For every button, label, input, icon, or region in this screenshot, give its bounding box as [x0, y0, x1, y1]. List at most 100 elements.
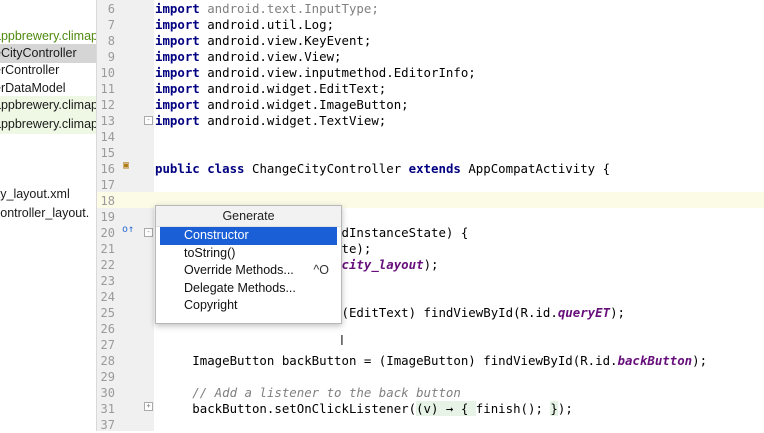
generate-menu-item[interactable]: toString() — [160, 245, 337, 263]
code-line[interactable]: import android.util.Log; — [155, 17, 334, 33]
override-icon[interactable]: o↑ — [122, 224, 134, 236]
line-number: 7 — [107, 18, 115, 32]
line-number: 20 — [100, 226, 115, 240]
code-token: import — [155, 33, 208, 48]
line-number: 23 — [100, 274, 115, 288]
code-token: import — [155, 113, 208, 128]
generate-menu-item[interactable]: Copyright — [160, 297, 337, 315]
tree-item-label: ity_layout.xml — [0, 187, 70, 201]
code-token: ); — [610, 305, 625, 320]
code-line[interactable]: import android.text.InputType; — [155, 1, 379, 17]
tree-item[interactable]: appbrewery.climap — [0, 96, 96, 115]
code-token: android.widget.ImageButton; — [207, 97, 409, 112]
text-cursor-icon: I — [340, 334, 344, 349]
line-number: 27 — [100, 338, 115, 352]
menu-item-label: Copyright — [184, 298, 238, 313]
tree-item-label: controller_layout. — [0, 206, 90, 220]
tree-item[interactable]: erController — [0, 61, 96, 80]
generate-popup-items: Constructor toString() Override Methods...… — [156, 227, 341, 315]
code-token: extends — [408, 161, 469, 176]
tree-item-label: erController — [0, 63, 60, 77]
code-token: public class — [155, 161, 252, 176]
code-line[interactable]: ImageButton backButton = (ImageButton) f… — [155, 353, 707, 369]
code-line[interactable]: backButton.setOnClickListener((v) → { fi… — [155, 401, 573, 417]
line-number: 30 — [100, 386, 115, 400]
code-token: import — [155, 97, 208, 112]
line-number: 18 — [100, 194, 115, 208]
tree-item-label: appbrewery.climap — [0, 98, 97, 112]
generate-menu-item[interactable]: Delegate Methods... — [160, 280, 337, 298]
generate-menu-item[interactable]: Constructor — [160, 227, 337, 245]
code-token: import — [155, 17, 208, 32]
code-token: android.util.Log; — [207, 17, 335, 32]
code-token: android.view.View; — [207, 49, 342, 64]
code-token: ); — [423, 257, 439, 272]
generate-menu-item[interactable]: Override Methods... ^O — [160, 262, 337, 280]
project-tree: appbrewery.climap eCityController erContro… — [0, 0, 97, 431]
code-token: android.view.KeyEvent; — [207, 33, 372, 48]
line-number: 16 — [100, 162, 115, 176]
code-token: } — [550, 401, 558, 416]
code-token: ChangeCityController — [251, 161, 409, 176]
code-token: finish(); — [475, 401, 551, 416]
line-number: 29 — [100, 370, 115, 384]
line-number: 24 — [100, 290, 115, 304]
line-number: 12 — [100, 98, 115, 112]
code-token: ); — [557, 401, 573, 416]
code-token: AppCompatActivity { — [468, 161, 611, 176]
code-token: import — [155, 1, 208, 16]
code-token: import — [155, 81, 208, 96]
line-number: 31 — [100, 402, 115, 416]
line-number: 14 — [100, 130, 115, 144]
code-token: queryET — [557, 305, 611, 320]
class-icon[interactable]: ▣ — [123, 160, 129, 172]
tree-item[interactable]: controller_layout. — [0, 204, 96, 223]
code-token: // Add a listener to the back button — [155, 385, 461, 400]
line-number: 11 — [100, 82, 115, 96]
tree-item[interactable]: ity_layout.xml — [0, 185, 96, 204]
code-line[interactable]: import android.view.inputmethod.EditorIn… — [155, 65, 476, 81]
code-line[interactable]: import android.view.KeyEvent; — [155, 33, 371, 49]
line-number: 10 — [100, 66, 115, 80]
fold-icon[interactable]: - — [144, 116, 153, 125]
code-token: backButton — [617, 353, 693, 368]
menu-item-label: Delegate Methods... — [184, 280, 296, 295]
code-token: android.text.InputType; — [207, 1, 379, 16]
code-line[interactable]: import android.view.View; — [155, 49, 342, 65]
line-number: 9 — [107, 50, 115, 64]
code-line[interactable]: public class ChangeCityController extend… — [155, 161, 610, 177]
line-number: 17 — [100, 178, 115, 192]
fold-icon[interactable]: - — [144, 228, 153, 237]
code-token: ImageButton backButton = (ImageButton) f… — [155, 353, 618, 368]
code-line[interactable]: // Add a listener to the back button — [155, 385, 461, 401]
code-line[interactable]: import android.widget.ImageButton; — [155, 97, 409, 113]
code-line[interactable]: import android.widget.EditText; — [155, 81, 386, 97]
menu-item-label: Override Methods... — [184, 263, 294, 278]
line-number: 21 — [100, 242, 115, 256]
code-token: android.widget.TextView; — [207, 113, 387, 128]
menu-item-label: toString() — [184, 245, 236, 260]
line-number: 22 — [100, 258, 115, 272]
code-line[interactable]: import android.widget.TextView; — [155, 113, 386, 129]
code-token: backButton.setOnClickListener( — [155, 401, 417, 416]
code-token: import — [155, 65, 208, 80]
line-number: 15 — [100, 146, 115, 160]
line-number: 8 — [107, 34, 115, 48]
line-number: 13 — [100, 114, 115, 128]
generate-popup-title: Generate — [156, 206, 341, 227]
menu-item-label: Constructor — [184, 228, 249, 242]
code-token: import — [155, 49, 208, 64]
tree-item[interactable]: appbrewery.climap — [0, 115, 96, 134]
line-number: 6 — [107, 2, 115, 16]
line-number: 19 — [100, 210, 115, 224]
line-number: 26 — [100, 322, 115, 336]
code-token: android.widget.EditText; — [207, 81, 387, 96]
menu-item-shortcut: ^O — [313, 263, 329, 278]
fold-icon[interactable]: + — [144, 402, 153, 411]
code-token: android.view.inputmethod.EditorInfo; — [207, 65, 476, 80]
line-number: 28 — [100, 354, 115, 368]
code-token: (v) → { — [416, 401, 476, 416]
line-number: 25 — [100, 306, 115, 320]
tree-item-label: appbrewery.climap — [0, 117, 97, 131]
generate-popup: Generate Constructor toString() Override M… — [155, 205, 342, 324]
